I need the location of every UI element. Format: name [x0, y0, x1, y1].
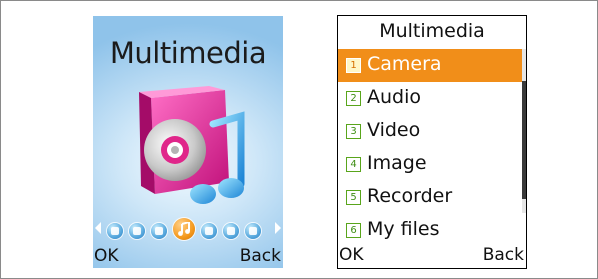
list-item-video[interactable]: 3 Video	[338, 115, 522, 148]
item-number-badge: 2	[346, 91, 361, 106]
list-item-label: Camera	[367, 53, 442, 75]
list-item-camera[interactable]: 1 Camera	[338, 49, 522, 82]
multimedia-list-screen: Multimedia 1 Camera 2 Audio 3 Video 4 Im…	[337, 15, 527, 269]
menu-carousel[interactable]	[93, 216, 283, 244]
scrollbar-thumb[interactable]	[522, 81, 526, 199]
item-number-badge: 3	[346, 124, 361, 139]
contacts-icon[interactable]	[151, 223, 167, 239]
softkey-back[interactable]: Back	[240, 246, 281, 266]
multimedia-icon[interactable]	[173, 218, 195, 240]
multimedia-disc-music-icon[interactable]	[129, 86, 251, 214]
menu-title: Multimedia	[109, 36, 267, 70]
list-item-label: Audio	[367, 86, 422, 108]
list-item-my-files[interactable]: 6 My files	[338, 214, 522, 239]
messages-icon[interactable]	[107, 223, 123, 239]
scroll-left-arrow-icon[interactable]	[95, 222, 101, 234]
softkey-ok[interactable]: OK	[339, 245, 364, 265]
organizer-icon[interactable]	[223, 223, 239, 239]
settings-icon[interactable]	[201, 223, 217, 239]
list-item-image[interactable]: 4 Image	[338, 148, 522, 181]
list-title: Multimedia	[379, 20, 485, 42]
call-icon[interactable]	[129, 223, 145, 239]
list-item-label: Recorder	[367, 185, 453, 207]
list-item-recorder[interactable]: 5 Recorder	[338, 181, 522, 214]
scroll-right-arrow-icon[interactable]	[275, 222, 281, 234]
menu-list: 1 Camera 2 Audio 3 Video 4 Image 5 Recor…	[338, 49, 522, 239]
softkey-back[interactable]: Back	[483, 245, 524, 265]
list-item-audio[interactable]: 2 Audio	[338, 82, 522, 115]
item-number-badge: 4	[346, 157, 361, 172]
item-number-badge: 6	[346, 223, 361, 238]
item-number-badge: 5	[346, 190, 361, 205]
sos-icon[interactable]	[245, 223, 261, 239]
list-item-label: Image	[367, 152, 427, 174]
item-number-badge: 1	[346, 58, 361, 73]
list-scrollbar[interactable]	[522, 49, 526, 213]
list-item-label: Video	[367, 119, 421, 141]
list-item-label: My files	[367, 218, 440, 239]
softkey-ok[interactable]: OK	[94, 246, 119, 266]
main-menu-screen: Multimedia OK Back	[93, 16, 283, 268]
